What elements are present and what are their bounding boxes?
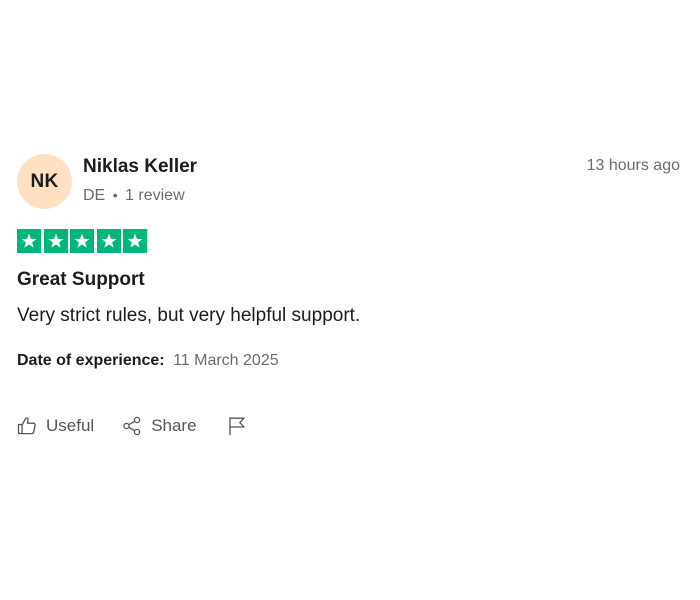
useful-button[interactable]: Useful bbox=[17, 416, 94, 436]
review-header: NK Niklas Keller DE • 1 review 13 hours … bbox=[17, 154, 680, 210]
avatar-initials: NK bbox=[30, 170, 59, 192]
experience-date: 11 March 2025 bbox=[173, 352, 279, 369]
star-icon bbox=[96, 229, 121, 253]
review-card: NK Niklas Keller DE • 1 review 13 hours … bbox=[17, 154, 680, 436]
star-icon bbox=[70, 229, 94, 253]
review-body: Very strict rules, but very helpful supp… bbox=[17, 305, 361, 326]
review-actions: Useful Share bbox=[17, 413, 247, 439]
review-time: 13 hours ago bbox=[586, 157, 680, 174]
thumbs-up-icon bbox=[17, 416, 37, 436]
meta-separator: • bbox=[112, 187, 118, 203]
review-title[interactable]: Great Support bbox=[17, 269, 145, 291]
experience-label: Date of experience: bbox=[17, 352, 165, 369]
share-button[interactable]: Share bbox=[122, 416, 197, 436]
star-icon bbox=[123, 229, 147, 253]
reviewer-review-count: 1 review bbox=[125, 187, 185, 204]
useful-label: Useful bbox=[46, 416, 95, 435]
share-label: Share bbox=[151, 416, 197, 435]
reviewer-name[interactable]: Niklas Keller bbox=[83, 156, 197, 178]
share-icon bbox=[122, 416, 142, 436]
star-rating bbox=[17, 229, 147, 253]
star-icon bbox=[17, 229, 41, 253]
reviewer-country: DE bbox=[83, 187, 106, 204]
reviewer-meta: DE • 1 review bbox=[83, 187, 185, 205]
date-of-experience: Date of experience: 11 March 2025 bbox=[17, 352, 279, 370]
report-button[interactable] bbox=[227, 416, 247, 436]
avatar[interactable]: NK bbox=[17, 154, 72, 209]
flag-icon bbox=[227, 416, 247, 436]
star-icon bbox=[43, 229, 68, 253]
